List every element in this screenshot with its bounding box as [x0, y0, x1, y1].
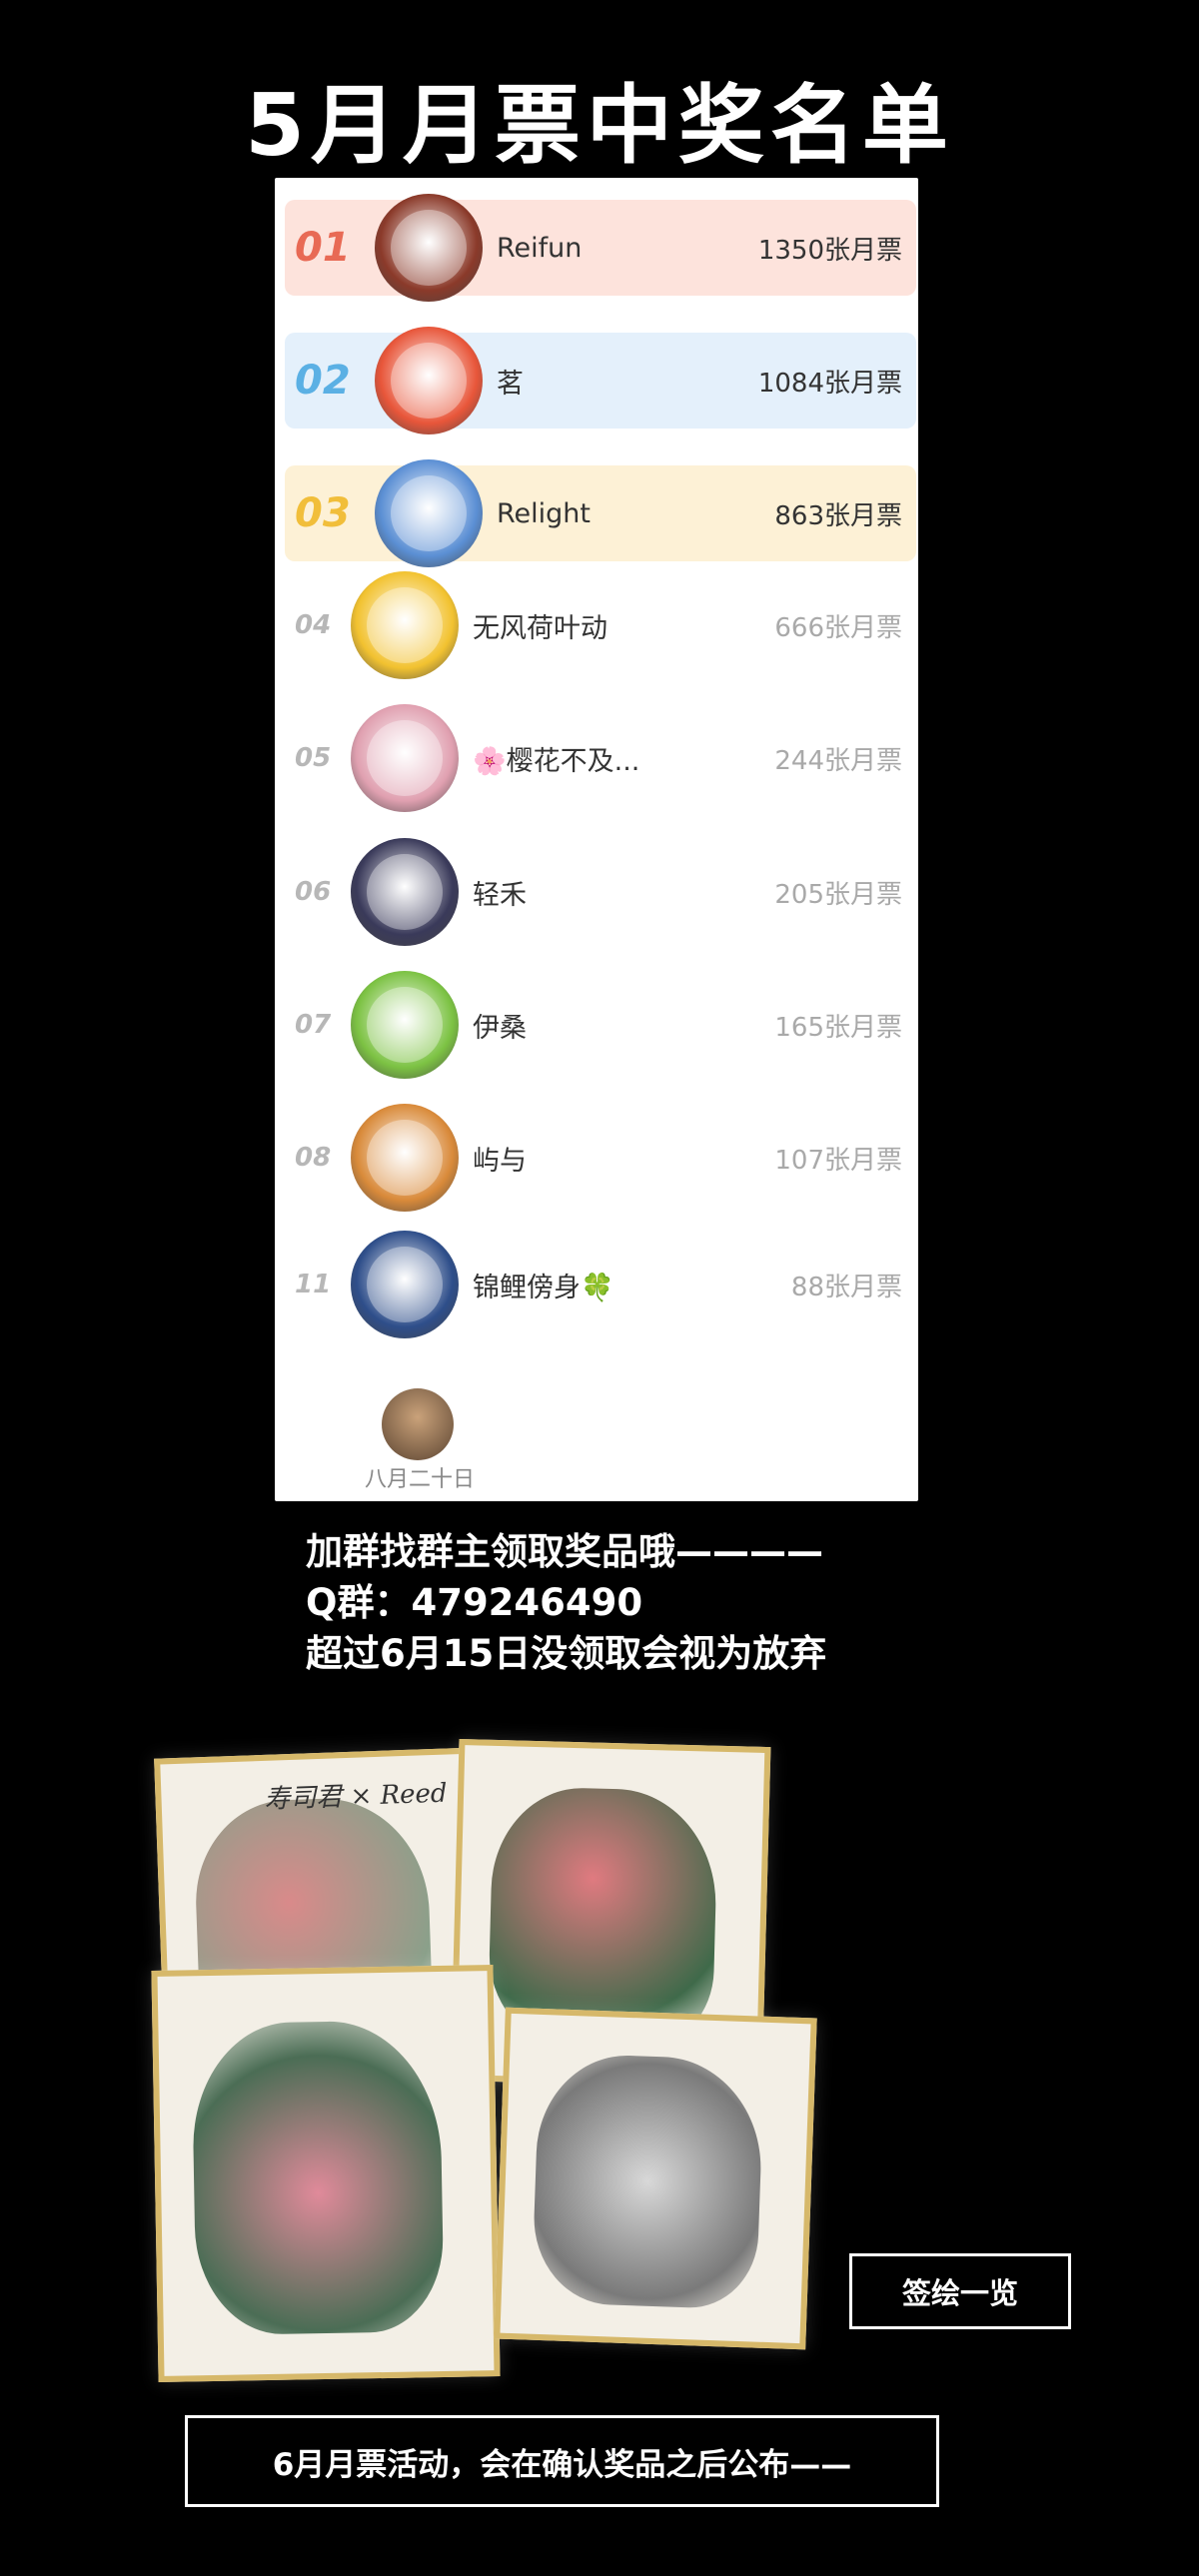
user-avatar[interactable] — [351, 971, 459, 1079]
vote-count: 205张月票 — [774, 879, 902, 910]
rank-number: 05 — [295, 743, 332, 773]
rank-number: 01 — [295, 225, 351, 271]
rank-number: 03 — [295, 490, 351, 536]
leaderboard-panel: 八月二十日 01 Reifun 1350张月票 02 茗 1084张月票 03 Relight… — [275, 178, 918, 1501]
artwork-signature: 寿司君 × Reed — [263, 1778, 449, 1815]
user-name: 无风荷叶动 — [473, 612, 607, 644]
user-avatar[interactable] — [382, 1388, 454, 1460]
leaderboard-row: 02 茗 1084张月票 — [285, 327, 916, 434]
leaderboard-row: 06 轻禾 205张月票 — [285, 838, 916, 946]
user-name: Reifun — [497, 232, 583, 264]
user-name: 屿与 — [473, 1145, 527, 1177]
page-title: 5月月票中奖名单 — [245, 76, 954, 176]
user-name: 茗 — [497, 368, 524, 400]
leaderboard-row: 01 Reifun 1350张月票 — [285, 194, 916, 302]
user-avatar[interactable] — [375, 194, 483, 302]
leaderboard-row: 08 屿与 107张月票 — [285, 1104, 916, 1212]
vote-count: 1350张月票 — [757, 235, 902, 266]
user-avatar[interactable] — [351, 1104, 459, 1212]
vote-count: 863张月票 — [774, 500, 902, 531]
leaderboard-row: 05 🌸樱花不及... 244张月票 — [285, 704, 916, 812]
user-name: 锦鲤傍身🍀 — [473, 1272, 614, 1303]
rank-number: 11 — [295, 1270, 332, 1299]
qq-group-number: Q群：479246490 — [306, 1581, 643, 1624]
user-name: 轻禾 — [473, 879, 527, 911]
site-watermark-logo — [989, 2500, 1184, 2556]
vote-count: 165张月票 — [774, 1012, 902, 1043]
leaderboard-row: 03 Relight 863张月票 — [285, 459, 916, 567]
vote-count: 244张月票 — [774, 745, 902, 776]
user-name-label: 八月二十日 — [364, 1467, 475, 1492]
user-avatar[interactable] — [351, 704, 459, 812]
user-avatar[interactable] — [351, 838, 459, 946]
leaderboard-row: 04 无风荷叶动 666张月票 — [285, 571, 916, 679]
user-avatar[interactable] — [375, 327, 483, 434]
user-avatar[interactable] — [351, 1231, 459, 1338]
user-avatar[interactable] — [375, 459, 483, 567]
rank-number: 06 — [295, 877, 332, 907]
user-name: 🌸樱花不及... — [473, 745, 640, 777]
user-avatar[interactable] — [351, 571, 459, 679]
leaderboard-row: 11 锦鲤傍身🍀 88张月票 — [285, 1231, 916, 1338]
leaderboard-row: 07 伊桑 165张月票 — [285, 971, 916, 1079]
vote-count: 1084张月票 — [757, 368, 902, 399]
artwork-card — [494, 2007, 817, 2350]
artwork-overview-button[interactable]: 签绘一览 — [849, 2253, 1071, 2329]
rank-number: 04 — [295, 610, 332, 640]
rank-number: 08 — [295, 1143, 332, 1173]
vote-count: 88张月票 — [790, 1272, 902, 1302]
signed-artwork-photo: 寿司君 × Reed — [100, 1733, 819, 2382]
claim-deadline: 超过6月15日没领取会视为放弃 — [306, 1632, 827, 1675]
user-name: Relight — [497, 497, 591, 529]
claim-instruction: 加群找群主领取奖品哦———— — [306, 1530, 823, 1573]
vote-count: 107张月票 — [774, 1145, 902, 1176]
rank-number: 07 — [295, 1010, 332, 1040]
june-event-notice: 6月月票活动，会在确认奖品之后公布—— — [185, 2415, 939, 2507]
artwork-card — [151, 1965, 501, 2382]
rank-number: 02 — [295, 358, 351, 404]
user-name: 伊桑 — [473, 1012, 527, 1044]
vote-count: 666张月票 — [774, 612, 902, 643]
claim-info: 加群找群主领取奖品哦———— Q群：479246490 超过6月15日没领取会视… — [306, 1526, 925, 1679]
